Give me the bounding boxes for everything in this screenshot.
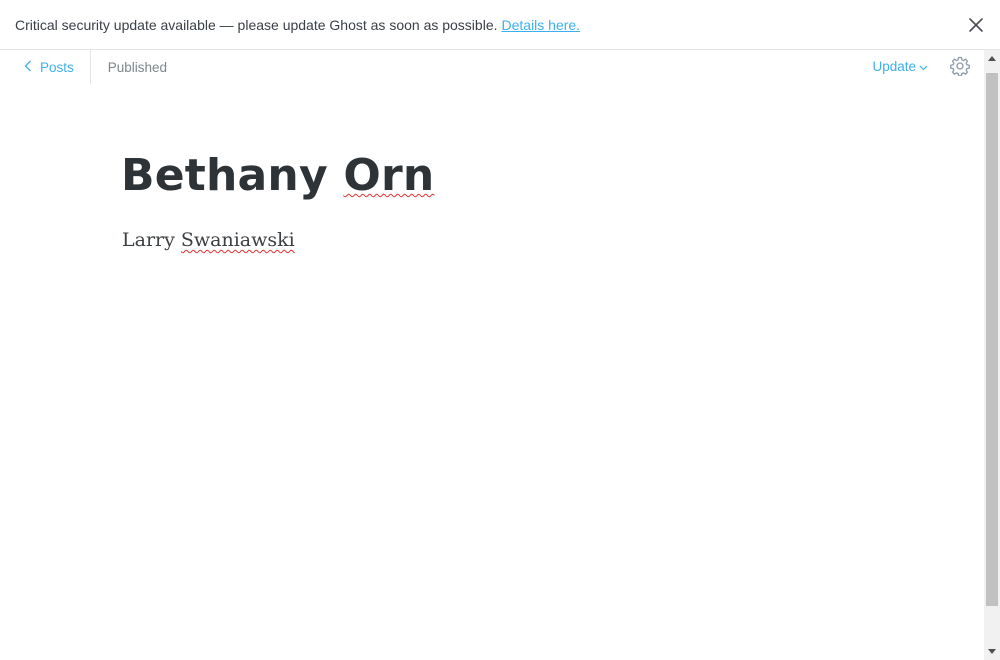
back-to-posts-link[interactable]: Posts bbox=[0, 50, 91, 84]
post-title-text: Bethany bbox=[121, 150, 344, 201]
post-title-input[interactable]: Bethany Orn bbox=[121, 150, 434, 201]
alert-details-link[interactable]: Details here. bbox=[502, 17, 581, 33]
security-alert-banner: Critical security update available — ple… bbox=[0, 0, 1000, 50]
update-button-label: Update bbox=[872, 59, 916, 74]
editor-header: Posts Published Update bbox=[0, 50, 984, 84]
update-button[interactable]: Update bbox=[872, 59, 928, 74]
close-icon[interactable] bbox=[966, 15, 986, 35]
post-status: Published bbox=[107, 59, 168, 75]
alert-message: Critical security update available — ple… bbox=[15, 16, 498, 33]
scrollbar-thumb[interactable] bbox=[986, 73, 998, 606]
arrow-down-icon[interactable] bbox=[984, 643, 1000, 660]
chevron-left-icon bbox=[24, 60, 32, 75]
post-title-misspelled-word: Orn bbox=[343, 150, 435, 201]
post-body-editor[interactable]: Larry Swaniawski bbox=[122, 229, 295, 251]
gear-icon[interactable] bbox=[950, 56, 970, 77]
post-body-misspelled-word: Swaniawski bbox=[180, 229, 295, 251]
chevron-down-icon bbox=[919, 59, 928, 74]
arrow-up-icon[interactable] bbox=[984, 50, 1000, 67]
back-link-label: Posts bbox=[40, 59, 74, 75]
vertical-scrollbar[interactable] bbox=[984, 50, 1000, 660]
post-body-text: Larry bbox=[122, 229, 181, 251]
